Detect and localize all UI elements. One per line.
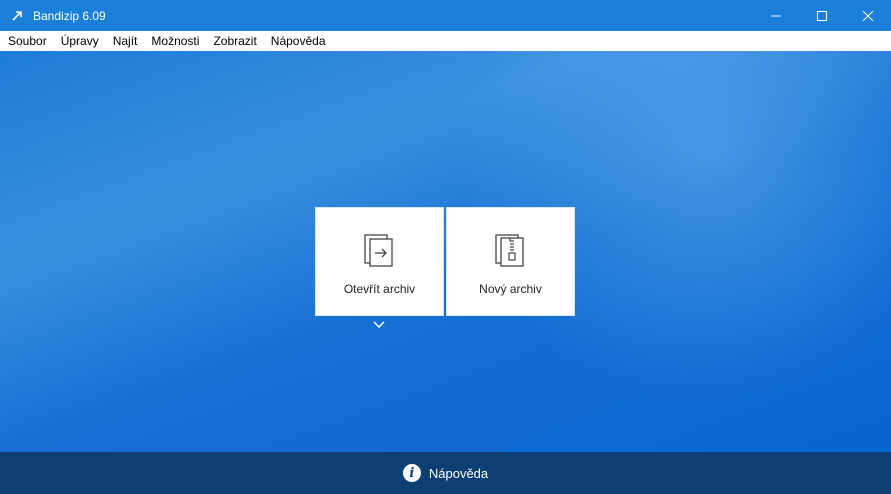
open-archive-icon [363,234,393,267]
title-bar[interactable]: Bandizip 6.09 [0,0,891,31]
help-label: Nápověda [428,465,489,481]
menu-upravy[interactable]: Úpravy [54,31,106,51]
close-button[interactable] [845,0,891,31]
menu-zobrazit[interactable]: Zobrazit [206,31,263,51]
window-title: Bandizip 6.09 [33,8,106,23]
menu-najit[interactable]: Najít [106,31,145,51]
minimize-icon [771,15,781,16]
maximize-icon [817,10,827,21]
new-archive-icon [494,234,524,267]
menu-moznosti[interactable]: Možnosti [144,31,206,51]
maximize-button[interactable] [799,0,845,31]
new-archive-button[interactable]: Nový archiv [446,207,575,316]
new-archive-label: Nový archiv [479,282,542,296]
open-archive-label: Otevřít archiv [343,282,416,296]
help-link[interactable]: i Nápověda [402,464,489,482]
main-area: Otevřít archiv Nový archiv [0,51,891,452]
app-icon [12,10,22,21]
close-icon [863,10,873,21]
menu-napoveda[interactable]: Nápověda [264,31,333,51]
chevron-down-icon[interactable] [373,321,385,329]
footer-bar: i Nápověda [0,452,891,494]
minimize-button[interactable] [753,0,799,31]
info-icon: i [402,464,421,482]
open-archive-button[interactable]: Otevřít archiv [315,207,444,316]
menu-soubor[interactable]: Soubor [0,31,54,51]
menu-bar: Soubor Úpravy Najít Možnosti Zobrazit Ná… [0,31,891,51]
window-controls [753,0,891,31]
